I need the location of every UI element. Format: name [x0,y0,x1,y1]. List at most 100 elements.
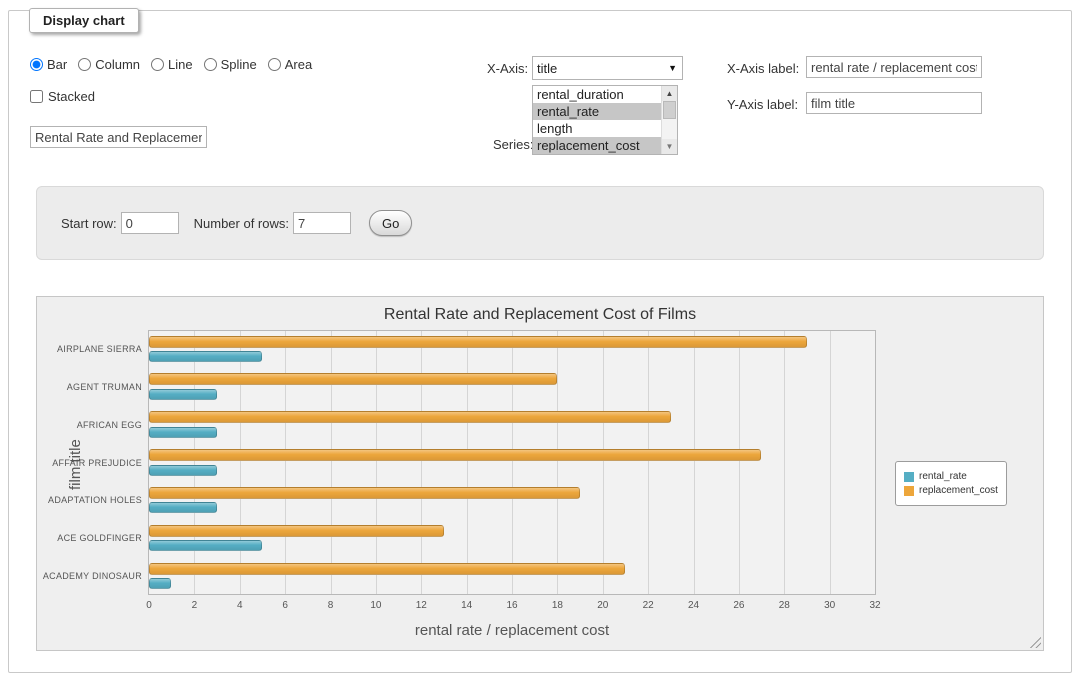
chart-type-label-spline: Spline [221,57,257,72]
go-button[interactable]: Go [369,210,412,236]
x-tick-label: 20 [597,600,608,611]
x-tick-label: 32 [869,600,880,611]
gridline [240,331,241,594]
bar-rental_rate[interactable] [149,540,262,551]
bar-replacement_cost[interactable] [149,563,625,575]
chart-type-option-line[interactable]: Line [151,57,193,72]
bar-replacement_cost[interactable] [149,525,444,537]
x-tick-label: 30 [824,600,835,611]
panel-title: Display chart [29,8,139,33]
x-tick-label: 16 [506,600,517,611]
x-tick-label: 26 [733,600,744,611]
chart-type-label-line: Line [168,57,193,72]
gridline [512,331,513,594]
start-row-label: Start row: [61,216,117,231]
bar-rental_rate[interactable] [149,502,217,513]
bar-replacement_cost[interactable] [149,411,671,423]
gridline [331,331,332,594]
chart-title: Rental Rate and Replacement Cost of Film… [37,306,1043,324]
plot-area: 02468101214161820222426283032AIRPLANE SI… [148,330,876,595]
chart-title-input[interactable] [30,126,207,148]
chart-type-radio-spline[interactable] [204,58,217,71]
chart-type-radio-line[interactable] [151,58,164,71]
chart-type-option-spline[interactable]: Spline [204,57,257,72]
x-axis-select-wrap: title ▼ [532,56,683,80]
stacked-checkbox-row[interactable]: Stacked [30,89,95,104]
category-label: ADAPTATION HOLES [48,495,142,505]
bar-replacement_cost[interactable] [149,336,807,348]
resize-handle-icon[interactable] [1028,635,1041,648]
x-axis-label-input[interactable] [806,56,982,78]
chart-container: Rental Rate and Replacement Cost of Film… [36,296,1044,651]
gridline [603,331,604,594]
bar-rental_rate[interactable] [149,465,217,476]
gridline [194,331,195,594]
x-tick-label: 2 [192,600,198,611]
series-scrollbar[interactable]: ▲ ▼ [661,86,677,154]
rows-panel: Start row: Number of rows: Go [36,186,1044,260]
series-options: rental_durationrental_ratelengthreplacem… [533,86,661,154]
category-label: AGENT TRUMAN [67,382,142,392]
x-tick-label: 8 [328,600,334,611]
gridline [285,331,286,594]
category-label: AFRICAN EGG [77,420,142,430]
x-axis-select-label: X-Axis: [487,61,528,76]
chart-type-radio-column[interactable] [78,58,91,71]
bar-rental_rate[interactable] [149,578,171,589]
scrollbar-thumb[interactable] [663,101,676,119]
chart-type-label-area: Area [285,57,312,72]
chart-type-radio-area[interactable] [268,58,281,71]
x-tick-label: 0 [146,600,152,611]
gridline [694,331,695,594]
num-rows-input[interactable] [293,212,351,234]
chart-type-option-bar[interactable]: Bar [30,57,67,72]
x-tick-label: 24 [688,600,699,611]
gridline [557,331,558,594]
scroll-up-icon[interactable]: ▲ [662,86,677,101]
x-tick-label: 6 [282,600,288,611]
bar-replacement_cost[interactable] [149,487,580,499]
scroll-down-icon[interactable]: ▼ [662,139,677,154]
bar-rental_rate[interactable] [149,351,262,362]
x-tick-label: 28 [779,600,790,611]
chart-type-radio-group: Bar Column Line Spline Area [30,57,312,72]
series-option-rental_rate[interactable]: rental_rate [533,103,661,120]
series-option-rental_duration[interactable]: rental_duration [533,86,661,103]
stacked-label: Stacked [48,89,95,104]
x-tick-label: 10 [370,600,381,611]
bar-replacement_cost[interactable] [149,449,761,461]
y-axis-label-input[interactable] [806,92,982,114]
x-axis-label-caption: X-Axis label: [727,61,799,76]
x-tick-label: 14 [461,600,472,611]
series-select-label: Series: [493,137,533,152]
gridline [376,331,377,594]
series-option-length[interactable]: length [533,120,661,137]
chart-type-radio-bar[interactable] [30,58,43,71]
series-listbox[interactable]: rental_durationrental_ratelengthreplacem… [532,85,678,155]
legend-label-rental_rate: rental_rate [919,471,967,482]
x-axis-title: rental rate / replacement cost [148,622,876,639]
legend-item-replacement_cost[interactable]: replacement_cost [904,485,998,496]
x-axis-select[interactable]: title [532,56,683,80]
chart-type-label-bar: Bar [47,57,67,72]
category-label: AIRPLANE SIERRA [57,344,142,354]
stacked-checkbox[interactable] [30,90,43,103]
gridline [784,331,785,594]
y-axis-label-caption: Y-Axis label: [727,97,798,112]
start-row-input[interactable] [121,212,179,234]
chart-type-option-area[interactable]: Area [268,57,312,72]
gridline [648,331,649,594]
legend-label-replacement_cost: replacement_cost [919,485,998,496]
chart-type-label-column: Column [95,57,140,72]
bar-rental_rate[interactable] [149,427,217,438]
gridline [830,331,831,594]
bar-replacement_cost[interactable] [149,373,557,385]
y-axis-title: film title [67,439,84,490]
chart-legend: rental_rate replacement_cost [895,461,1007,506]
gridline [421,331,422,594]
chart-type-option-column[interactable]: Column [78,57,140,72]
gridline [739,331,740,594]
bar-rental_rate[interactable] [149,389,217,400]
series-option-replacement_cost[interactable]: replacement_cost [533,137,661,154]
legend-item-rental_rate[interactable]: rental_rate [904,471,998,482]
